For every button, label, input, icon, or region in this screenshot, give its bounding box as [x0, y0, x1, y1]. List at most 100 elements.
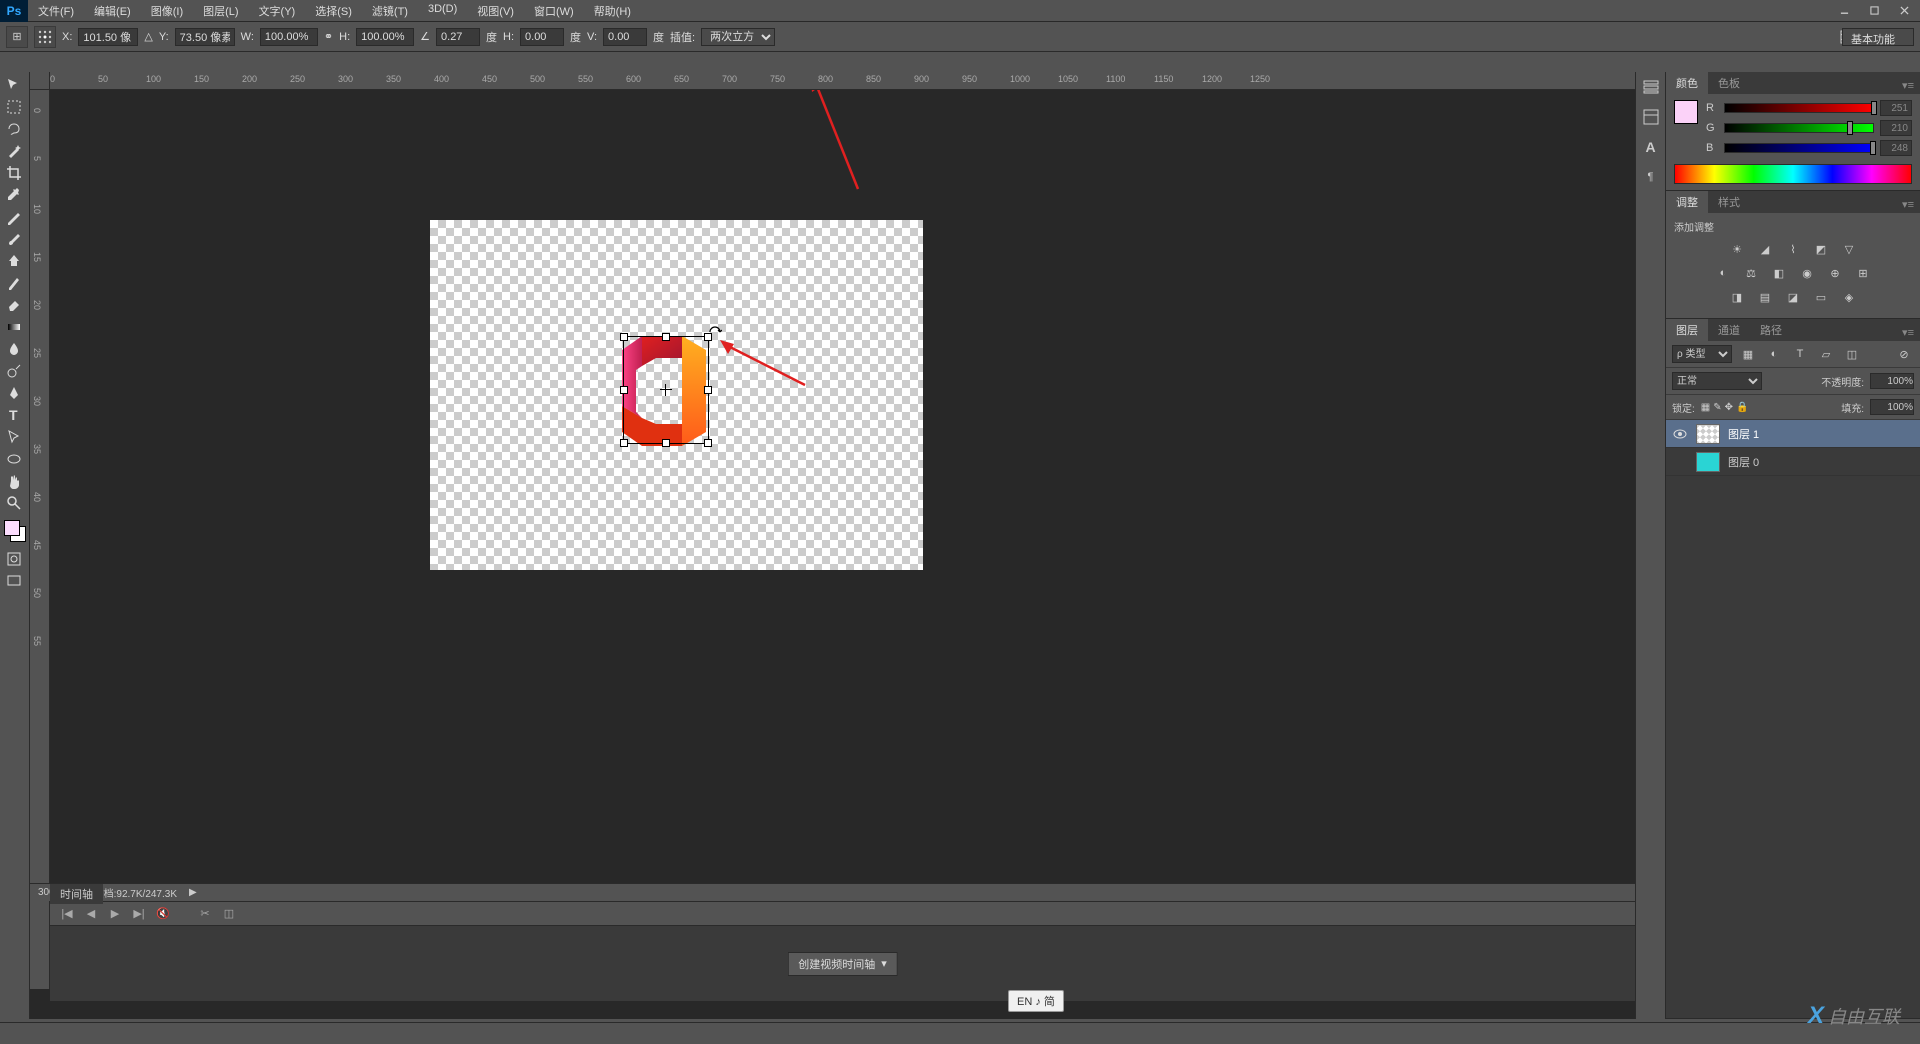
history-brush-tool[interactable]	[0, 272, 28, 294]
layer-name[interactable]: 图层 0	[1728, 454, 1759, 470]
levels-icon[interactable]: ◢	[1755, 240, 1775, 258]
menu-3d[interactable]: 3D(D)	[418, 0, 467, 22]
foreground-color[interactable]	[4, 520, 20, 536]
curves-icon[interactable]: ⌇	[1783, 240, 1803, 258]
gradient-tool[interactable]	[0, 316, 28, 338]
posterize-icon[interactable]: ▤	[1755, 288, 1775, 306]
quickmask-tool[interactable]	[0, 548, 28, 570]
ruler-corner[interactable]	[30, 72, 50, 90]
lasso-tool[interactable]	[0, 118, 28, 140]
adjustments-tab[interactable]: 调整	[1666, 191, 1708, 213]
character-panel-icon[interactable]: A	[1640, 136, 1662, 158]
blend-mode-select[interactable]: 正常	[1672, 372, 1762, 390]
link-icon[interactable]: ⚭	[324, 30, 333, 43]
brightness-contrast-icon[interactable]: ☀	[1727, 240, 1747, 258]
menu-layer[interactable]: 图层(L)	[193, 0, 248, 22]
opacity-input[interactable]	[1870, 373, 1914, 389]
threshold-icon[interactable]: ◪	[1783, 288, 1803, 306]
healing-brush-tool[interactable]	[0, 206, 28, 228]
timeline-prev-frame-icon[interactable]: ◀	[82, 906, 100, 922]
timeline-play-icon[interactable]: ▶	[106, 906, 124, 922]
menu-image[interactable]: 图像(I)	[141, 0, 193, 22]
swatches-tab[interactable]: 色板	[1708, 72, 1750, 94]
color-lookup-icon[interactable]: ⊞	[1853, 264, 1873, 282]
menu-filter[interactable]: 滤镜(T)	[362, 0, 418, 22]
transform-handle-bl[interactable]	[620, 439, 628, 447]
shape-tool[interactable]	[0, 448, 28, 470]
timeline-first-frame-icon[interactable]: |◀	[58, 906, 76, 922]
filter-adjustment-icon[interactable]: ◐	[1764, 345, 1784, 363]
paths-tab[interactable]: 路径	[1750, 319, 1792, 341]
transform-handle-tc[interactable]	[662, 333, 670, 341]
reference-point-grid[interactable]	[34, 26, 56, 48]
brush-tool[interactable]	[0, 228, 28, 250]
vertical-ruler[interactable]: 0510152025303540455055	[30, 90, 50, 989]
type-tool[interactable]: T	[0, 404, 28, 426]
transform-handle-br[interactable]	[704, 439, 712, 447]
color-balance-icon[interactable]: ⚖	[1741, 264, 1761, 282]
layer-item[interactable]: 图层 0	[1666, 448, 1920, 476]
filter-type-icon[interactable]: T	[1790, 345, 1810, 363]
menu-view[interactable]: 视图(V)	[467, 0, 524, 22]
menu-type[interactable]: 文字(Y)	[249, 0, 306, 22]
zoom-tool[interactable]	[0, 492, 28, 514]
lock-image-icon[interactable]: ✎	[1713, 402, 1721, 413]
layers-tab[interactable]: 图层	[1666, 319, 1708, 341]
skew-v-input[interactable]	[603, 28, 647, 46]
h-input[interactable]	[356, 28, 414, 46]
filter-shape-icon[interactable]: ▱	[1816, 345, 1836, 363]
transform-bounding-box[interactable]	[623, 336, 709, 444]
timeline-next-frame-icon[interactable]: ▶|	[130, 906, 148, 922]
styles-tab[interactable]: 样式	[1708, 191, 1750, 213]
layer-filter-kind-select[interactable]: ρ 类型	[1672, 345, 1732, 363]
g-value-input[interactable]	[1880, 120, 1912, 136]
menu-select[interactable]: 选择(S)	[305, 0, 362, 22]
panel-menu-icon[interactable]: ▾≡	[1896, 77, 1920, 94]
timeline-tab[interactable]: 时间轴	[50, 884, 103, 904]
horizontal-ruler[interactable]: 0501001502002503003504004505005506006507…	[50, 72, 1635, 90]
color-tab[interactable]: 颜色	[1666, 72, 1708, 94]
clone-stamp-tool[interactable]	[0, 250, 28, 272]
move-tool[interactable]	[0, 74, 28, 96]
color-spectrum[interactable]	[1674, 164, 1912, 184]
b-value-input[interactable]	[1880, 140, 1912, 156]
channels-tab[interactable]: 通道	[1708, 319, 1750, 341]
artboard[interactable]	[430, 220, 923, 570]
create-video-timeline-button[interactable]: 创建视频时间轴▾	[787, 952, 898, 976]
dropdown-arrow-icon[interactable]: ▾	[881, 957, 887, 970]
layer-thumbnail[interactable]	[1696, 424, 1720, 444]
magic-wand-tool[interactable]	[0, 140, 28, 162]
crop-tool[interactable]	[0, 162, 28, 184]
pen-tool[interactable]	[0, 382, 28, 404]
eyedropper-tool[interactable]	[0, 184, 28, 206]
y-input[interactable]	[175, 28, 235, 46]
marquee-tool[interactable]	[0, 96, 28, 118]
maximize-button[interactable]	[1860, 2, 1888, 20]
path-selection-tool[interactable]	[0, 426, 28, 448]
selective-color-icon[interactable]: ◈	[1839, 288, 1859, 306]
lock-all-icon[interactable]: 🔒	[1736, 402, 1748, 413]
transform-handle-tl[interactable]	[620, 333, 628, 341]
foreground-background-colors[interactable]	[4, 520, 26, 542]
angle-input[interactable]	[436, 28, 480, 46]
doc-info[interactable]: 文档:92.7K/247.3K	[94, 885, 177, 900]
layer-thumbnail[interactable]	[1696, 452, 1720, 472]
menu-edit[interactable]: 编辑(E)	[84, 0, 141, 22]
panel-menu-icon[interactable]: ▾≡	[1896, 196, 1920, 213]
photo-filter-icon[interactable]: ◉	[1797, 264, 1817, 282]
x-input[interactable]	[78, 28, 138, 46]
layer-name[interactable]: 图层 1	[1728, 426, 1759, 442]
close-button[interactable]	[1890, 2, 1918, 20]
filter-smart-icon[interactable]: ◫	[1842, 345, 1862, 363]
timeline-transition-icon[interactable]: ◫	[220, 906, 238, 922]
canvas-viewport[interactable]	[50, 90, 1635, 989]
transform-handle-bc[interactable]	[662, 439, 670, 447]
fill-input[interactable]	[1870, 399, 1914, 415]
timeline-split-icon[interactable]: ✂	[196, 906, 214, 922]
layer-visibility-icon[interactable]	[1672, 426, 1688, 442]
menu-window[interactable]: 窗口(W)	[524, 0, 584, 22]
filter-toggle-icon[interactable]: ⊘	[1894, 345, 1914, 363]
menu-help[interactable]: 帮助(H)	[584, 0, 641, 22]
lock-position-icon[interactable]: ✥	[1725, 402, 1733, 413]
hue-saturation-icon[interactable]: ◐	[1713, 264, 1733, 282]
